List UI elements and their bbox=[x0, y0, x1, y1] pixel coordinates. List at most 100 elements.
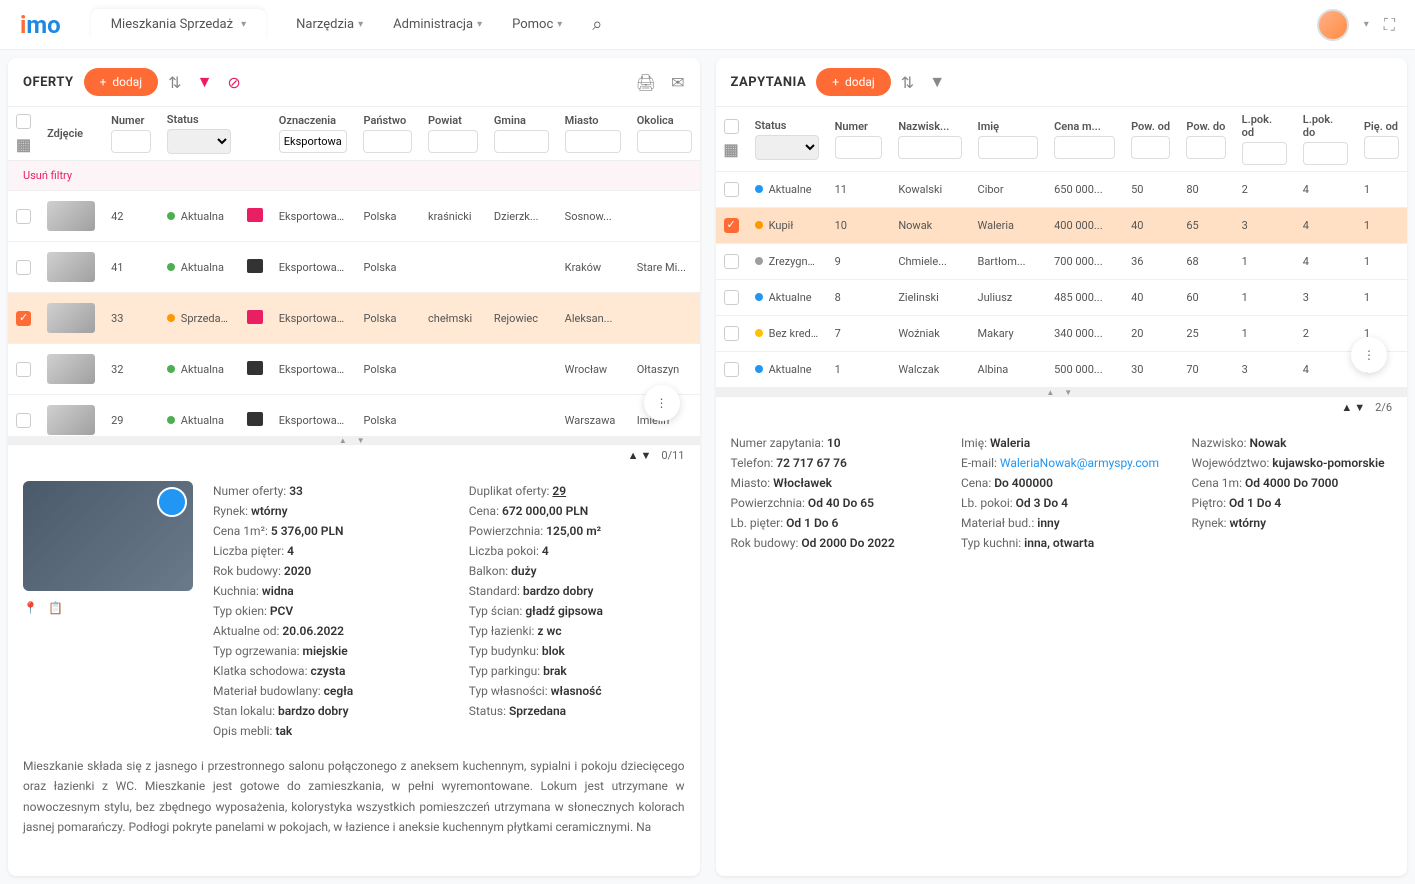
thumbnail[interactable] bbox=[47, 252, 95, 282]
remove-filters-link[interactable]: Usuń filtry bbox=[8, 161, 700, 191]
camera-icon bbox=[247, 412, 263, 426]
add-offer-button[interactable]: +dodaj bbox=[84, 68, 159, 96]
pager: 0/11 bbox=[661, 449, 684, 462]
detail-field: Cena 1m: Od 4000 Do 7000 bbox=[1192, 473, 1393, 493]
grid-view-icon[interactable]: ▦ bbox=[724, 140, 739, 159]
table-row[interactable]: Aktualne11KowalskiCibor650 000...5080241 bbox=[716, 172, 1408, 208]
detail-field: Numer zapytania: 10 bbox=[731, 433, 932, 453]
column-filter[interactable] bbox=[428, 130, 478, 153]
row-checkbox[interactable] bbox=[724, 254, 739, 269]
column-filter[interactable] bbox=[494, 130, 549, 153]
column-filter[interactable] bbox=[565, 130, 621, 153]
thumbnail[interactable] bbox=[47, 201, 95, 231]
table-row[interactable]: Aktualne1WalczakAlbina500 000...3070341 bbox=[716, 352, 1408, 388]
table-row[interactable]: Aktualne8ZielinskiJuliusz485 000...40601… bbox=[716, 280, 1408, 316]
nav-arrows[interactable]: ▲▼ bbox=[628, 449, 654, 462]
offer-detail: ▲▼0/11 📍 📋 Numer oferty: 33Rynek: wtórny… bbox=[8, 444, 700, 876]
location-icon[interactable]: 📍 bbox=[23, 601, 38, 615]
detail-field: Rok budowy: Od 2000 Do 2022 bbox=[731, 533, 932, 553]
column-filter[interactable] bbox=[835, 136, 883, 159]
table-row[interactable]: 42AktualnaEksportowana, Wyłączn...Polska… bbox=[8, 191, 700, 242]
more-actions-button[interactable]: ⋮ bbox=[1351, 337, 1387, 373]
detail-field: Opis mebli: tak bbox=[213, 721, 429, 741]
user-avatar[interactable] bbox=[1317, 9, 1349, 41]
detail-field: Kuchnia: widna bbox=[213, 581, 429, 601]
detail-field: Typ własności: własność bbox=[469, 681, 685, 701]
table-row[interactable]: Kupił10NowakWaleria400 000...4065341 bbox=[716, 208, 1408, 244]
offers-title: OFERTY bbox=[23, 75, 74, 90]
add-inquiry-button[interactable]: +dodaj bbox=[816, 68, 891, 96]
detail-field: Standard: bardzo dobry bbox=[469, 581, 685, 601]
sort-icon[interactable]: ⇅ bbox=[901, 73, 914, 92]
table-row[interactable]: 33SprzedanaEksportowana, Umowa,...Polska… bbox=[8, 293, 700, 344]
camera-icon bbox=[247, 310, 263, 324]
grid-view-icon[interactable]: ▦ bbox=[16, 135, 31, 154]
column-filter[interactable] bbox=[1054, 136, 1115, 159]
topbar: imo Mieszkania Sprzedaż▾ Narzędzia▾ Admi… bbox=[0, 0, 1415, 50]
fullscreen-icon[interactable]: ⛶ bbox=[1384, 15, 1395, 35]
detail-field: Klatka schodowa: czysta bbox=[213, 661, 429, 681]
detail-field: Cena: Do 400000 bbox=[961, 473, 1162, 493]
select-all-checkbox[interactable] bbox=[724, 119, 739, 134]
row-checkbox[interactable] bbox=[16, 311, 31, 326]
row-checkbox[interactable] bbox=[724, 218, 739, 233]
row-checkbox[interactable] bbox=[724, 290, 739, 305]
column-filter[interactable] bbox=[111, 130, 151, 153]
thumbnail[interactable] bbox=[47, 405, 95, 435]
thumbnail[interactable] bbox=[47, 303, 95, 333]
detail-photo[interactable] bbox=[23, 481, 193, 591]
search-icon[interactable]: ⌕ bbox=[592, 14, 602, 35]
horizontal-splitter[interactable] bbox=[8, 436, 700, 444]
nav-tools[interactable]: Narzędzia▾ bbox=[296, 14, 363, 35]
row-checkbox[interactable] bbox=[724, 362, 739, 377]
column-filter[interactable] bbox=[1364, 136, 1399, 159]
table-row[interactable]: 41AktualnaEksportowana, Wyłączn...Polska… bbox=[8, 242, 700, 293]
nav-help[interactable]: Pomoc▾ bbox=[512, 14, 562, 35]
row-checkbox[interactable] bbox=[724, 182, 739, 197]
notes-icon[interactable]: 📋 bbox=[48, 601, 63, 615]
table-row[interactable]: 32AktualnaEksportowana, Wyłączn...Polska… bbox=[8, 344, 700, 395]
active-tab[interactable]: Mieszkania Sprzedaż▾ bbox=[91, 9, 266, 40]
mail-icon[interactable]: ✉ bbox=[671, 73, 684, 92]
status-filter[interactable] bbox=[167, 129, 231, 154]
row-checkbox[interactable] bbox=[16, 413, 31, 428]
filter-icon[interactable]: ▼ bbox=[929, 72, 945, 92]
thumbnail[interactable] bbox=[47, 354, 95, 384]
column-filter[interactable] bbox=[1303, 142, 1348, 165]
column-filter[interactable] bbox=[363, 130, 412, 153]
column-filter[interactable] bbox=[978, 136, 1039, 159]
table-row[interactable]: 29AktualnaEksportowana, Wyłączn...Polska… bbox=[8, 395, 700, 437]
pager: 2/6 bbox=[1375, 401, 1392, 414]
camera-icon bbox=[247, 208, 263, 222]
horizontal-splitter[interactable] bbox=[716, 388, 1408, 396]
column-filter[interactable] bbox=[637, 130, 692, 153]
email-link[interactable]: WaleriaNowak@armyspy.com bbox=[1000, 456, 1159, 470]
detail-field: Cena 1m²: 5 376,00 PLN bbox=[213, 521, 429, 541]
table-row[interactable]: Bez kredytu7WoźniakMakary340 000...20251… bbox=[716, 316, 1408, 352]
filter-icon[interactable]: ▼ bbox=[197, 72, 213, 92]
nav-admin[interactable]: Administracja▾ bbox=[393, 14, 482, 35]
column-filter[interactable] bbox=[898, 136, 961, 159]
sort-icon[interactable]: ⇅ bbox=[168, 73, 181, 92]
detail-field: Materiał budowlany: cegła bbox=[213, 681, 429, 701]
detail-field: Liczba pięter: 4 bbox=[213, 541, 429, 561]
detail-field: Typ budynku: blok bbox=[469, 641, 685, 661]
select-all-checkbox[interactable] bbox=[16, 114, 31, 129]
table-row[interactable]: Zrezygnował9Chmiele...Bartłom...700 000.… bbox=[716, 244, 1408, 280]
row-checkbox[interactable] bbox=[16, 362, 31, 377]
logo: imo bbox=[20, 11, 61, 39]
detail-field: Balkon: duży bbox=[469, 561, 685, 581]
row-checkbox[interactable] bbox=[16, 209, 31, 224]
status-filter[interactable] bbox=[755, 135, 819, 160]
column-filter[interactable] bbox=[1242, 142, 1287, 165]
column-filter[interactable] bbox=[1131, 136, 1170, 159]
oznaczenia-filter[interactable] bbox=[279, 130, 348, 153]
row-checkbox[interactable] bbox=[724, 326, 739, 341]
filter-clear-icon[interactable]: ⊘ bbox=[227, 73, 240, 92]
row-checkbox[interactable] bbox=[16, 260, 31, 275]
detail-field: Typ ogrzewania: miejskie bbox=[213, 641, 429, 661]
nav-arrows[interactable]: ▲▼ bbox=[1341, 401, 1367, 414]
column-filter[interactable] bbox=[1186, 136, 1225, 159]
more-actions-button[interactable]: ⋮ bbox=[644, 385, 680, 421]
print-icon[interactable]: 🖨 bbox=[636, 73, 656, 92]
